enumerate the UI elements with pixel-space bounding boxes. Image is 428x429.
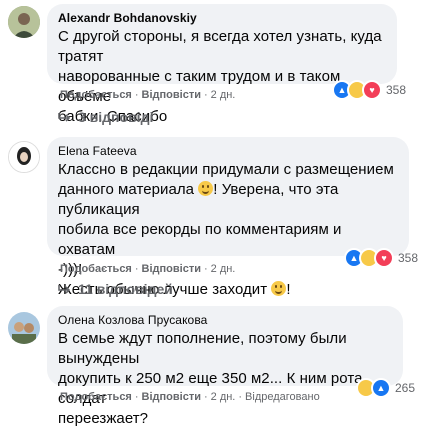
comment-actions: Подобається · Відповісти · 2 дн. · Відредагова… (60, 391, 320, 403)
avatar-photo-icon (8, 312, 40, 344)
comment-author[interactable]: Alexandr Bohdanovskiy (58, 10, 386, 26)
avatar[interactable] (8, 6, 40, 38)
comment-text-line: побила все рекорды по комментариям и охв… (58, 221, 342, 258)
comment-actions: Подобається · Відповісти · 2 дн. (60, 89, 236, 101)
reaction-count: 358 (398, 251, 419, 265)
love-reaction-icon: ♥ (374, 248, 394, 268)
like-link[interactable]: Подобається (60, 89, 132, 101)
comment-text-line: данного материала (58, 181, 195, 198)
edited-label[interactable]: Відредаговано (245, 391, 320, 403)
like-reaction-icon: ▲ (371, 378, 391, 398)
avatar[interactable] (8, 141, 40, 173)
avatar-photo-icon (9, 142, 39, 172)
avatar-photo-icon (8, 6, 40, 38)
view-replies-link[interactable]: 3 відповіді (58, 108, 153, 126)
comment-actions: Подобається · Відповісти · 2 дн. (60, 263, 236, 275)
comment-bubble: Олена Козлова Прусакова В семье ждут поп… (47, 306, 403, 427)
reactions-summary[interactable]: ▲ 265 (356, 378, 415, 398)
comment-author[interactable]: Олена Козлова Прусакова (58, 312, 392, 328)
comment-time[interactable]: 2 дн. (211, 89, 236, 101)
comment-bubble: Alexandr Bohdanovskiy С другой стороны, … (47, 4, 397, 125)
comment-time[interactable]: 2 дн. (211, 263, 236, 275)
love-reaction-icon: ♥ (362, 80, 382, 100)
reply-link[interactable]: Відповісти (142, 263, 201, 275)
replies-count-label: 11 відповідей (78, 281, 173, 297)
avatar[interactable] (8, 312, 40, 344)
reply-link[interactable]: Відповісти (142, 89, 201, 101)
comment-text-line: Классно в редакции придумали с размещени… (58, 161, 394, 178)
reply-arrow-icon (58, 113, 70, 122)
reactions-summary[interactable]: ▲ ♥ 358 (344, 248, 418, 268)
view-replies-link[interactable]: 11 відповідей (58, 280, 173, 298)
comment-author[interactable]: Elena Fateeva (58, 143, 398, 159)
comment-text: Классно в редакции придумали с размещени… (58, 160, 398, 300)
reply-link[interactable]: Відповісти (142, 391, 201, 403)
like-link[interactable]: Подобається (60, 391, 132, 403)
reaction-count: 265 (395, 381, 416, 395)
reactions-summary[interactable]: ▲ ♥ 358 (332, 80, 406, 100)
comments-panel: { "comments": [ { "author": "Alexandr Bo… (0, 0, 428, 427)
comment-bubble: Elena Fateeva Классно в редакции придума… (47, 137, 409, 298)
comment-text: В семье ждут пополнение, поэтому были вы… (58, 330, 363, 427)
comment-text-line: ! (286, 281, 291, 298)
like-link[interactable]: Подобається (60, 263, 132, 275)
comment-time[interactable]: 2 дн. (211, 391, 236, 403)
smile-emoji (271, 281, 287, 296)
replies-count-label: 3 відповіді (78, 109, 154, 125)
reply-arrow-icon (58, 285, 70, 294)
reaction-count: 358 (386, 83, 407, 97)
smile-emoji (198, 181, 214, 196)
